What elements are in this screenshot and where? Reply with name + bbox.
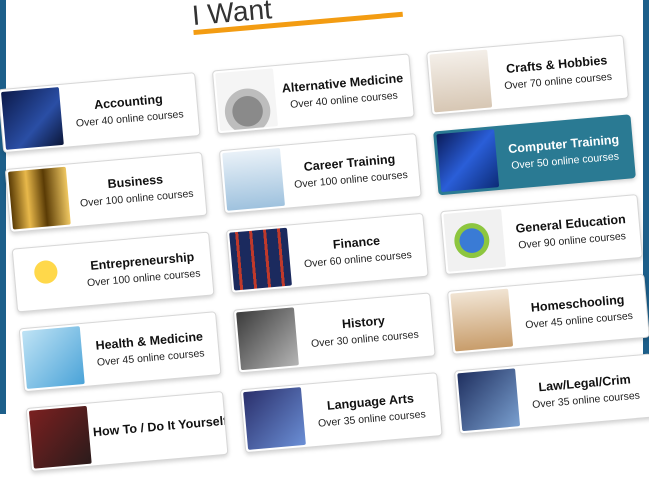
globe-apple-icon bbox=[443, 208, 507, 272]
buildings-icon bbox=[7, 166, 71, 230]
presenter-icon bbox=[222, 147, 285, 211]
category-card-how-to[interactable]: How To / Do It Yourself bbox=[25, 390, 229, 472]
category-card-accounting[interactable]: Accounting Over 40 online courses bbox=[0, 72, 201, 154]
category-card-alternative-medicine[interactable]: Alternative Medicine Over 40 online cour… bbox=[211, 53, 415, 135]
category-card-entrepreneurship[interactable]: Entrepreneurship Over 100 online courses bbox=[11, 231, 215, 313]
gavel-icon bbox=[457, 368, 521, 432]
category-card-business[interactable]: Business Over 100 online courses bbox=[4, 151, 208, 233]
chart-screen-icon bbox=[0, 87, 64, 150]
category-name: How To / Do It Yourself bbox=[92, 413, 228, 440]
medical-cross-icon bbox=[21, 326, 85, 389]
category-card-language-arts[interactable]: Language Arts Over 35 online courses bbox=[239, 372, 443, 454]
category-card-career-training[interactable]: Career Training Over 100 online courses bbox=[218, 133, 422, 215]
lightbulb-icon bbox=[14, 246, 78, 310]
category-card-crafts-hobbies[interactable]: Crafts & Hobbies Over 70 online courses bbox=[426, 34, 629, 116]
category-card-finance[interactable]: Finance Over 60 online courses bbox=[225, 212, 429, 294]
statue-icon bbox=[236, 307, 299, 371]
section-header: I Want bbox=[190, 0, 403, 42]
tools-icon bbox=[28, 405, 92, 469]
book-icon bbox=[243, 387, 306, 450]
circuit-icon bbox=[436, 129, 500, 193]
category-card-history[interactable]: History Over 30 online courses bbox=[232, 292, 436, 374]
category-card-health-medicine[interactable]: Health & Medicine Over 45 online courses bbox=[18, 311, 222, 393]
category-card-computer-training[interactable]: Computer Training Over 50 online courses bbox=[433, 114, 636, 196]
student-icon bbox=[450, 288, 514, 352]
category-card-homeschooling[interactable]: Homeschooling Over 45 online courses bbox=[447, 273, 649, 355]
category-card-law-legal[interactable]: Law/Legal/Crim Over 35 online courses bbox=[454, 353, 649, 435]
craft-doll-icon bbox=[429, 49, 493, 113]
category-grid: I Want Accounting Over 40 online courses… bbox=[0, 0, 649, 482]
category-card-general-education[interactable]: General Education Over 90 online courses bbox=[440, 194, 643, 276]
stones-icon bbox=[215, 68, 279, 132]
stock-board-icon bbox=[229, 227, 292, 291]
